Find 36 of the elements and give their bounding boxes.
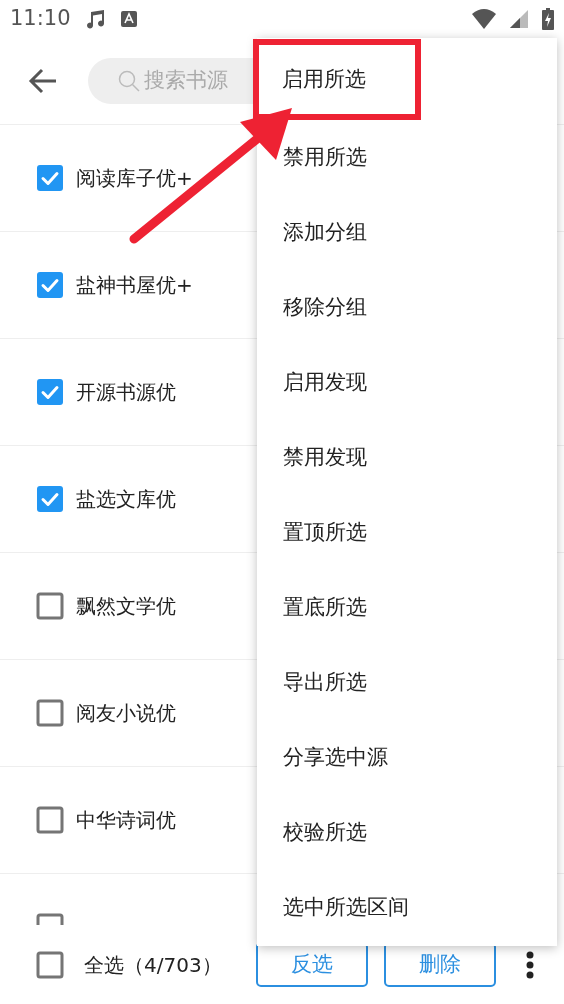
- back-arrow-icon[interactable]: [28, 67, 58, 94]
- source-name: 盐神书屋优+: [76, 272, 193, 299]
- menu-item[interactable]: 禁用发现: [257, 420, 557, 495]
- menu-item[interactable]: 添加分组: [257, 195, 557, 270]
- menu-item[interactable]: 选中所选区间: [257, 870, 557, 945]
- status-time: 11:10: [10, 4, 71, 32]
- source-name: 飘然文学优: [76, 593, 176, 620]
- source-name: 盐选文库优: [76, 486, 176, 513]
- checkbox[interactable]: [36, 164, 64, 192]
- search-icon: [118, 69, 140, 92]
- source-name: 阅友小说优: [76, 700, 176, 727]
- checkbox[interactable]: [36, 806, 64, 834]
- source-name: 阅读库子优+: [76, 165, 193, 192]
- menu-item[interactable]: 置顶所选: [257, 495, 557, 570]
- wifi-icon: [472, 8, 496, 29]
- music-note-icon: [84, 7, 107, 30]
- battery-charging-icon: [542, 7, 554, 30]
- checkbox[interactable]: [36, 271, 64, 299]
- checkbox[interactable]: [36, 592, 64, 620]
- menu-item[interactable]: 导出所选: [257, 645, 557, 720]
- checkbox[interactable]: [36, 378, 64, 406]
- checkbox[interactable]: [36, 485, 64, 513]
- menu-item[interactable]: 启用发现: [257, 345, 557, 420]
- checkbox[interactable]: [36, 950, 64, 979]
- menu-item[interactable]: 置底所选: [257, 570, 557, 645]
- menu-item[interactable]: 移除分组: [257, 270, 557, 345]
- menu-item[interactable]: 校验所选: [257, 795, 557, 870]
- menu-item[interactable]: 禁用所选: [257, 120, 557, 195]
- more-vertical-icon[interactable]: [526, 950, 534, 979]
- signal-icon: [510, 9, 528, 28]
- source-name: 中华诗词优: [76, 807, 176, 834]
- select-all-label[interactable]: 全选（4/703）: [84, 949, 222, 980]
- keyboard-letter-icon: [120, 10, 137, 27]
- checkbox[interactable]: [36, 699, 64, 727]
- menu-item[interactable]: 分享选中源: [257, 720, 557, 795]
- source-name: 开源书源优: [76, 379, 176, 406]
